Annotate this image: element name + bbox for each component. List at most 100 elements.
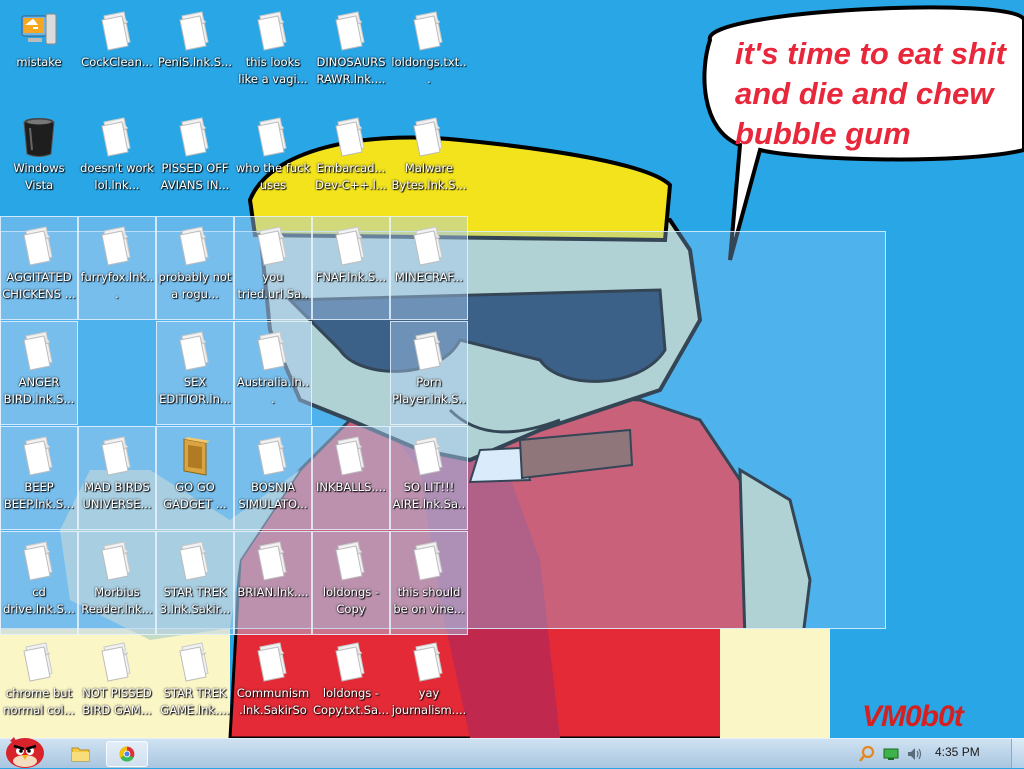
volume-icon[interactable] xyxy=(905,741,923,767)
desktop-icon[interactable]: INKBALLS.... xyxy=(312,426,390,530)
show-desktop-button[interactable] xyxy=(1011,739,1024,768)
desktop-icon[interactable]: SEX EDITIOR.ln... xyxy=(156,321,234,425)
desktop-icon[interactable]: this should be on vine... xyxy=(390,531,468,635)
file-icon xyxy=(406,433,452,479)
recycle-bin-icon xyxy=(16,114,62,160)
desktop-icon[interactable]: furryfox.lnk... xyxy=(78,216,156,320)
desktop-icon[interactable]: AGGITATED CHICKENS ... xyxy=(0,216,78,320)
file-icon xyxy=(16,328,62,374)
desktop-icon-label: DINOSAURS RAWR.lnk.... xyxy=(316,55,386,86)
desktop-icon[interactable]: MAD BIRDS UNIVERSE... xyxy=(78,426,156,530)
desktop-icon[interactable]: Porn Player.lnk.S... xyxy=(390,321,468,425)
desktop-icon[interactable]: PISSED OFF AVIANS IN... xyxy=(156,108,234,212)
file-icon xyxy=(328,223,374,269)
file-icon xyxy=(250,8,296,54)
desktop-icon[interactable]: NOT PISSED BIRD GAM... xyxy=(78,633,156,737)
desktop-icon-label: furryfox.lnk... xyxy=(80,270,154,301)
file-icon xyxy=(250,639,296,685)
desktop-icon[interactable]: FNAF.lnk.S... xyxy=(312,216,390,320)
file-icon xyxy=(172,8,218,54)
desktop-icon-label: PeniS.lnk.S... xyxy=(157,55,233,69)
explorer-taskbar-icon[interactable] xyxy=(62,741,98,767)
desktop-icon[interactable]: Morbius Reader.lnk... xyxy=(78,531,156,635)
file-icon xyxy=(250,114,296,160)
desktop-icon[interactable]: STAR TREK 3.lnk.Sakir... xyxy=(156,531,234,635)
desktop-icon[interactable]: Malware Bytes.lnk.S... xyxy=(390,108,468,212)
desktop-icon-label: loldongs.txt... xyxy=(391,55,467,86)
desktop-icon[interactable]: BOSNIA SIMULATO... xyxy=(234,426,312,530)
desktop-icon-label: doesn't work lol.lnk... xyxy=(80,161,154,192)
desktop-icon[interactable]: STAR TREK GAME.lnk.... xyxy=(156,633,234,737)
desktop-icon[interactable]: Windows Vista xyxy=(0,108,78,212)
desktop-icon[interactable]: PeniS.lnk.S... xyxy=(156,2,234,106)
file-icon xyxy=(94,639,140,685)
file-icon xyxy=(172,223,218,269)
file-icon xyxy=(406,114,452,160)
desktop-icon-label: SO LIT!!! AIRE.lnk.Sa... xyxy=(392,480,466,511)
file-icon xyxy=(250,538,296,584)
file-icon xyxy=(94,223,140,269)
desktop-icon-label: ANGER BIRD.lnk.S... xyxy=(3,375,75,406)
file-icon xyxy=(328,639,374,685)
desktop-icon[interactable]: ANGER BIRD.lnk.S... xyxy=(0,321,78,425)
file-icon xyxy=(250,433,296,479)
desktop-icon[interactable]: BRIAN.lnk.... xyxy=(234,531,312,635)
desktop-icon-label: MAD BIRDS UNIVERSE... xyxy=(82,480,152,511)
file-icon xyxy=(328,114,374,160)
desktop-icon[interactable]: who the fuck uses this.ln... xyxy=(234,108,312,212)
taskbar-clock[interactable]: 4:35 PM xyxy=(935,745,980,759)
computer-icon xyxy=(16,8,62,54)
file-icon xyxy=(16,433,62,479)
folder-icon xyxy=(172,433,218,479)
desktop-icon-label: INKBALLS.... xyxy=(315,480,387,494)
desktop-icon[interactable]: doesn't work lol.lnk... xyxy=(78,108,156,212)
network-icon[interactable] xyxy=(882,741,900,767)
desktop-icon[interactable]: loldongs - Copy (2).tx... xyxy=(312,531,390,635)
taskbar: 4:35 PM xyxy=(0,737,1024,768)
desktop-icon[interactable]: DINOSAURS RAWR.lnk.... xyxy=(312,2,390,106)
desktop-icon[interactable]: BEEP BEEP.lnk.S... xyxy=(0,426,78,530)
desktop-icon[interactable]: MINECRAF... xyxy=(390,216,468,320)
desktop-icon-label: PISSED OFF AVIANS IN... xyxy=(160,161,230,192)
search-icon[interactable] xyxy=(858,741,876,767)
file-icon xyxy=(406,328,452,374)
file-icon xyxy=(172,328,218,374)
desktop-icon-label: this looks like a vagi... xyxy=(238,55,308,86)
desktop-icon-label: MINECRAF... xyxy=(394,270,464,284)
desktop-icon-label: STAR TREK GAME.lnk.... xyxy=(160,686,230,717)
desktop-icon[interactable]: this looks like a vagi... xyxy=(234,2,312,106)
file-icon xyxy=(328,538,374,584)
start-button[interactable] xyxy=(0,731,50,769)
file-icon xyxy=(172,639,218,685)
desktop-icon[interactable]: Embarcad... Dev-C++.l... xyxy=(312,108,390,212)
desktop-icon-label: BOSNIA SIMULATO... xyxy=(238,480,308,511)
desktop-icon[interactable]: probably not a rogu... xyxy=(156,216,234,320)
desktop-icon[interactable]: loldongs - Copy.txt.Sa... xyxy=(312,633,390,737)
desktop-icon-label: mistake xyxy=(16,55,62,69)
file-icon xyxy=(172,538,218,584)
file-icon xyxy=(94,433,140,479)
file-icon xyxy=(406,223,452,269)
chrome-taskbar-icon[interactable] xyxy=(106,741,148,767)
desktop-icon[interactable]: cd drive.lnk.S... xyxy=(0,531,78,635)
desktop-icon-label: Malware Bytes.lnk.S... xyxy=(391,161,467,192)
desktop-icon[interactable]: Australia.ln... xyxy=(234,321,312,425)
desktop-icon[interactable]: GO GO GADGET ... xyxy=(156,426,234,530)
desktop-icon-label: probably not a rogu... xyxy=(158,270,232,301)
file-icon xyxy=(406,538,452,584)
desktop-icon-label: GO GO GADGET ... xyxy=(163,480,227,511)
file-icon xyxy=(16,223,62,269)
file-icon xyxy=(94,8,140,54)
desktop-icon-label: CockClean... xyxy=(81,55,153,69)
desktop-icon-label: BEEP BEEP.lnk.S... xyxy=(3,480,75,511)
desktop-icon[interactable]: SO LIT!!! AIRE.lnk.Sa... xyxy=(390,426,468,530)
desktop-icon[interactable]: mistake xyxy=(0,2,78,106)
desktop-icon[interactable]: yay journalism.... xyxy=(390,633,468,737)
desktop-icon[interactable]: loldongs.txt... xyxy=(390,2,468,106)
desktop-icon[interactable]: CockClean... xyxy=(78,2,156,106)
desktop-icon[interactable]: chrome but normal col... xyxy=(0,633,78,737)
desktop-icon[interactable]: Communism .lnk.SakirSo oBased xyxy=(234,633,312,737)
desktop-icon-label: loldongs - Copy (2).tx... xyxy=(322,585,380,616)
desktop-icon[interactable]: you tried.url.Sa... xyxy=(234,216,312,320)
file-icon xyxy=(328,433,374,479)
